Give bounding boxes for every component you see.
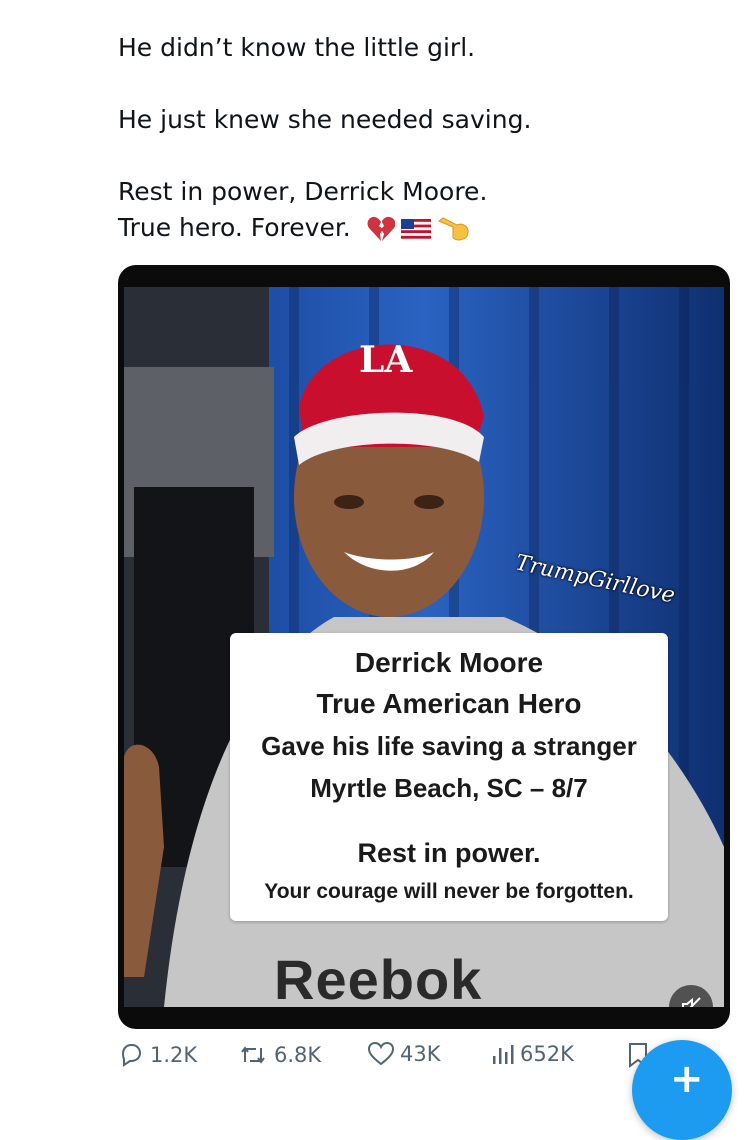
repost-count: 6.8K — [274, 1043, 322, 1067]
caption-line: Gave his life saving a stranger — [261, 731, 637, 761]
caption-tribute: Rest in power. — [357, 838, 541, 868]
tweet-line: Rest in power, Derrick Moore. — [118, 177, 488, 206]
reply-count: 1.2K — [150, 1043, 198, 1067]
views-icon — [493, 1045, 514, 1064]
caption-card: Derrick Moore True American Hero Gave hi… — [230, 633, 668, 921]
pointing-hand-icon — [437, 217, 469, 241]
tweet-line-with-emoji: True hero. Forever. — [118, 210, 718, 246]
tweet-line: He didn’t know the little girl. — [118, 33, 476, 62]
tweet-line: He just knew she needed saving. — [118, 105, 532, 134]
us-flag-icon — [400, 219, 431, 239]
caption-name: Derrick Moore — [354, 647, 544, 678]
caption-footer: Your courage will never be forgotten. — [264, 880, 634, 903]
speaker-muted-icon — [682, 997, 701, 1007]
plus-icon: + — [670, 1056, 704, 1102]
shirt-brand: Reebok — [274, 948, 483, 1007]
compose-button[interactable]: + — [632, 1040, 732, 1140]
caption-title: True American Hero — [316, 688, 582, 719]
views-count: 652K — [520, 1042, 574, 1066]
tweet-text: He didn’t know the little girl. He just … — [118, 30, 718, 246]
like-button[interactable]: 43K — [368, 1042, 441, 1066]
photo[interactable]: LA TrumpGirllove Derrick Moore True Amer… — [124, 287, 724, 1007]
reply-button[interactable]: 1.2K — [118, 1042, 197, 1068]
repost-icon — [241, 1046, 265, 1064]
views-button[interactable]: 652K — [490, 1042, 574, 1066]
caption-location: Myrtle Beach, SC – 8/7 — [310, 773, 588, 803]
heart-icon — [368, 1042, 394, 1066]
media-container[interactable]: LA TrumpGirllove Derrick Moore True Amer… — [118, 265, 730, 1029]
tweet-line: True hero. Forever. — [118, 213, 351, 242]
reply-icon — [121, 1044, 142, 1067]
emoji-group — [367, 215, 471, 243]
broken-heart-icon — [367, 216, 395, 241]
like-count: 43K — [400, 1042, 441, 1066]
cap-logo: LA — [359, 339, 413, 381]
repost-button[interactable]: 6.8K — [238, 1042, 321, 1068]
